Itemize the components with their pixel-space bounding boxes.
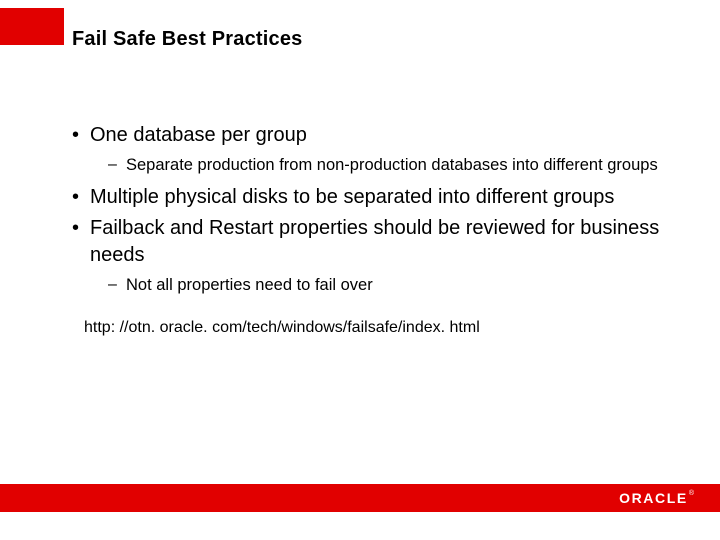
- sub-bullet-text: Not all properties need to fail over: [126, 276, 373, 294]
- corner-accent: [0, 8, 64, 45]
- bullet-item: One database per group Separate producti…: [72, 122, 662, 176]
- bullet-text: Multiple physical disks to be separated …: [90, 186, 614, 208]
- sub-bullet-text: Separate production from non-production …: [126, 156, 658, 174]
- bullet-item: Failback and Restart properties should b…: [72, 215, 662, 296]
- sub-bullet-item: Not all properties need to fail over: [96, 275, 662, 296]
- content-area: One database per group Separate producti…: [72, 122, 662, 337]
- bullet-list: One database per group Separate producti…: [72, 122, 662, 297]
- slide: Fail Safe Best Practices One database pe…: [0, 0, 720, 540]
- footer-band: [0, 484, 720, 512]
- logo-registered-mark: ®: [689, 490, 694, 497]
- oracle-logo: ORACLE ®: [619, 490, 694, 506]
- sub-bullet-item: Separate production from non-production …: [96, 155, 662, 176]
- sub-list: Separate production from non-production …: [90, 155, 662, 176]
- reference-url: http: //otn. oracle. com/tech/windows/fa…: [84, 319, 662, 337]
- slide-title: Fail Safe Best Practices: [72, 28, 302, 51]
- bullet-item: Multiple physical disks to be separated …: [72, 184, 662, 211]
- bullet-text: Failback and Restart properties should b…: [90, 217, 659, 266]
- logo-text: ORACLE: [619, 490, 688, 506]
- bullet-text: One database per group: [90, 124, 307, 146]
- sub-list: Not all properties need to fail over: [90, 275, 662, 296]
